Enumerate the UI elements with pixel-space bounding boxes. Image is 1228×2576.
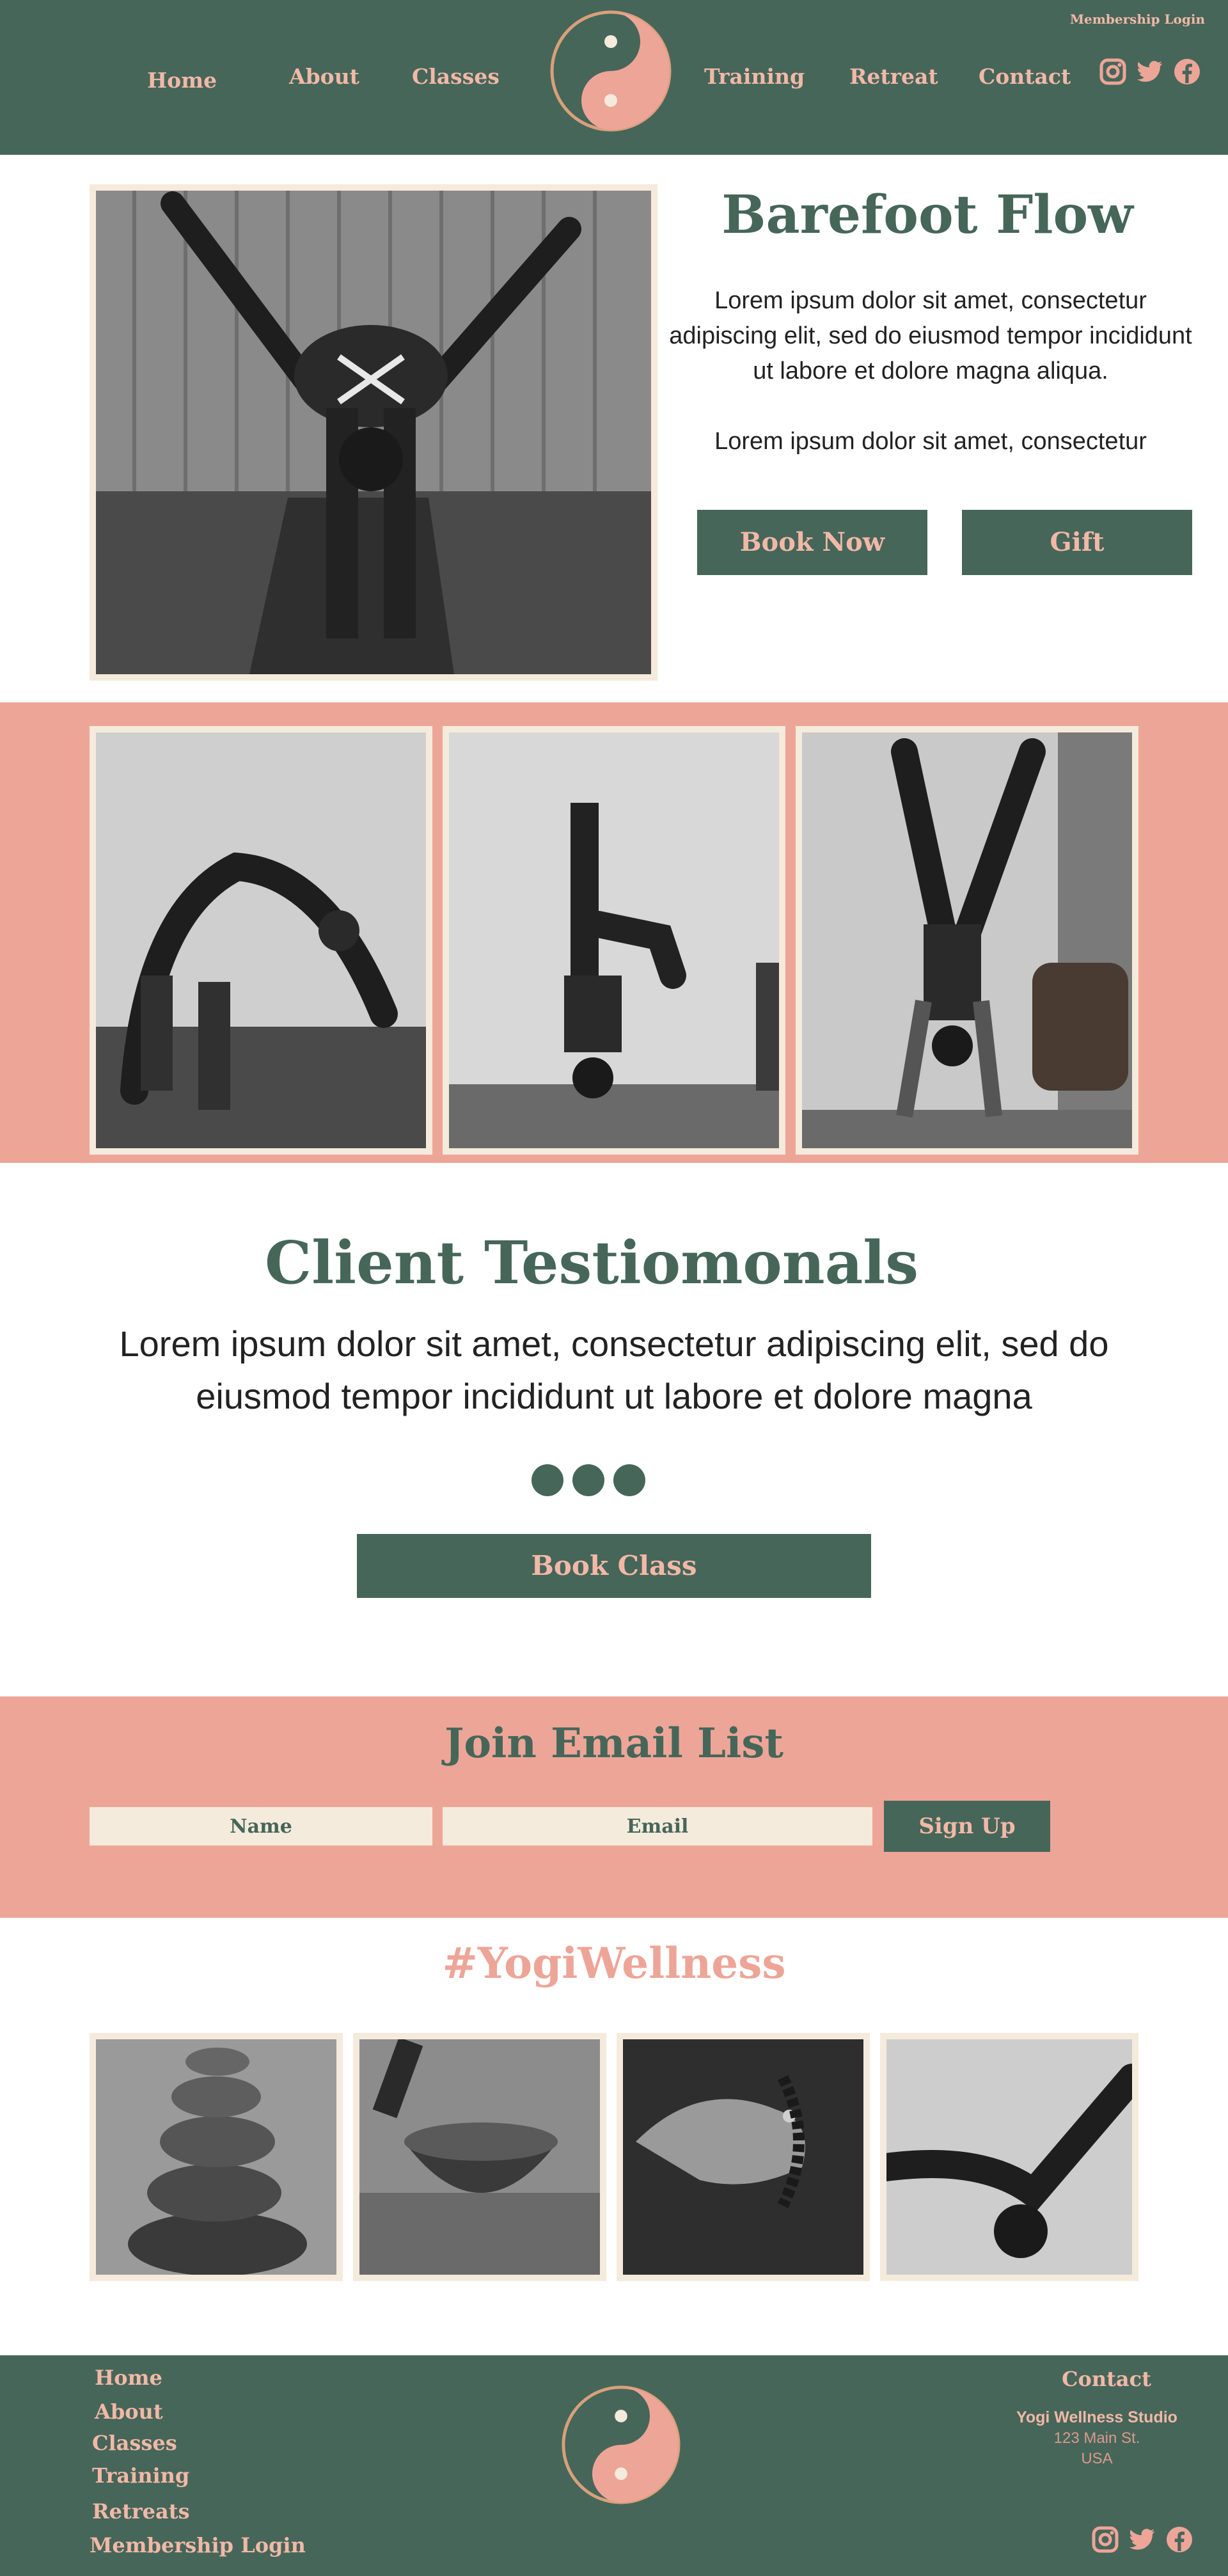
book-now-button[interactable]: Book Now <box>697 510 927 575</box>
site-header: Membership Login Home About Classes Trai… <box>0 0 1228 155</box>
twitter-icon[interactable] <box>1136 58 1164 86</box>
hashtag-photo-1 <box>90 2033 343 2281</box>
footer-instagram-icon[interactable] <box>1091 2525 1119 2554</box>
yoga-headstand-image <box>449 732 779 1148</box>
footer-twitter-icon[interactable] <box>1128 2525 1156 2554</box>
carousel-dot-1[interactable] <box>531 1464 563 1496</box>
nav-classes[interactable]: Classes <box>412 64 500 90</box>
footer-country: USA <box>1081 2450 1113 2467</box>
footer-link-classes[interactable]: Classes <box>92 2431 177 2455</box>
hero-paragraph-2: Lorem ipsum dolor sit amet, consectetur <box>714 428 1147 455</box>
footer-link-about[interactable]: About <box>95 2399 163 2424</box>
email-input[interactable] <box>443 1807 872 1845</box>
testimonials-text: Lorem ipsum dolor sit amet, consectetur … <box>119 1324 1109 1416</box>
nav-training[interactable]: Training <box>704 64 805 90</box>
footer-yin-yang-icon[interactable] <box>560 2384 682 2506</box>
hero-photo <box>90 184 657 681</box>
carousel-dot-2[interactable] <box>572 1464 604 1496</box>
facebook-icon[interactable] <box>1173 58 1201 86</box>
footer-studio-name: Yogi Wellness Studio <box>1016 2408 1177 2426</box>
gallery-photo-1 <box>90 726 432 1155</box>
book-class-button[interactable]: Book Class <box>357 1534 871 1598</box>
nav-about[interactable]: About <box>289 64 359 90</box>
footer-link-retreats[interactable]: Retreats <box>92 2499 189 2524</box>
hashtag-photo-3 <box>617 2033 870 2281</box>
footer-address-line: 123 Main St. <box>1053 2430 1140 2447</box>
yin-yang-icon[interactable] <box>549 9 673 133</box>
name-input[interactable] <box>90 1807 432 1845</box>
testimonials-title: Client Testiomonals <box>264 1228 919 1297</box>
sign-up-button[interactable]: Sign Up <box>884 1801 1050 1852</box>
yoga-stretch-image <box>886 2039 1132 2275</box>
yoga-handstand-image <box>802 732 1132 1148</box>
hashtag-photo-2 <box>353 2033 606 2281</box>
hero-title: Barefoot Flow <box>721 184 1133 246</box>
email-list-title: Join Email List <box>445 1719 783 1767</box>
gallery-photo-2 <box>443 726 785 1155</box>
mudra-hand-image <box>623 2039 863 2275</box>
membership-login-link[interactable]: Membership Login <box>1070 12 1205 27</box>
footer-link-home[interactable]: Home <box>95 2366 162 2390</box>
nav-home[interactable]: Home <box>147 68 217 93</box>
yoga-forward-fold-image <box>96 191 651 674</box>
footer-contact-title: Contact <box>1062 2367 1151 2391</box>
singing-bowl-image <box>359 2039 600 2275</box>
nav-retreat[interactable]: Retreat <box>849 64 938 90</box>
carousel-dot-3[interactable] <box>613 1464 645 1496</box>
hashtag-title: #YogiWellness <box>442 1938 786 1988</box>
hashtag-photo-4 <box>880 2033 1138 2281</box>
nav-contact[interactable]: Contact <box>979 64 1071 90</box>
gift-button[interactable]: Gift <box>962 510 1192 575</box>
stacked-stones-image <box>96 2039 336 2275</box>
gallery-photo-3 <box>796 726 1138 1155</box>
footer-link-training[interactable]: Training <box>92 2463 189 2488</box>
instagram-icon[interactable] <box>1099 58 1127 86</box>
footer-facebook-icon[interactable] <box>1165 2525 1193 2554</box>
footer-link-membership-login[interactable]: Membership Login <box>90 2533 306 2557</box>
yoga-backbend-image <box>96 732 426 1148</box>
hero-paragraph-1: Lorem ipsum dolor sit amet, consectetur … <box>669 287 1192 384</box>
